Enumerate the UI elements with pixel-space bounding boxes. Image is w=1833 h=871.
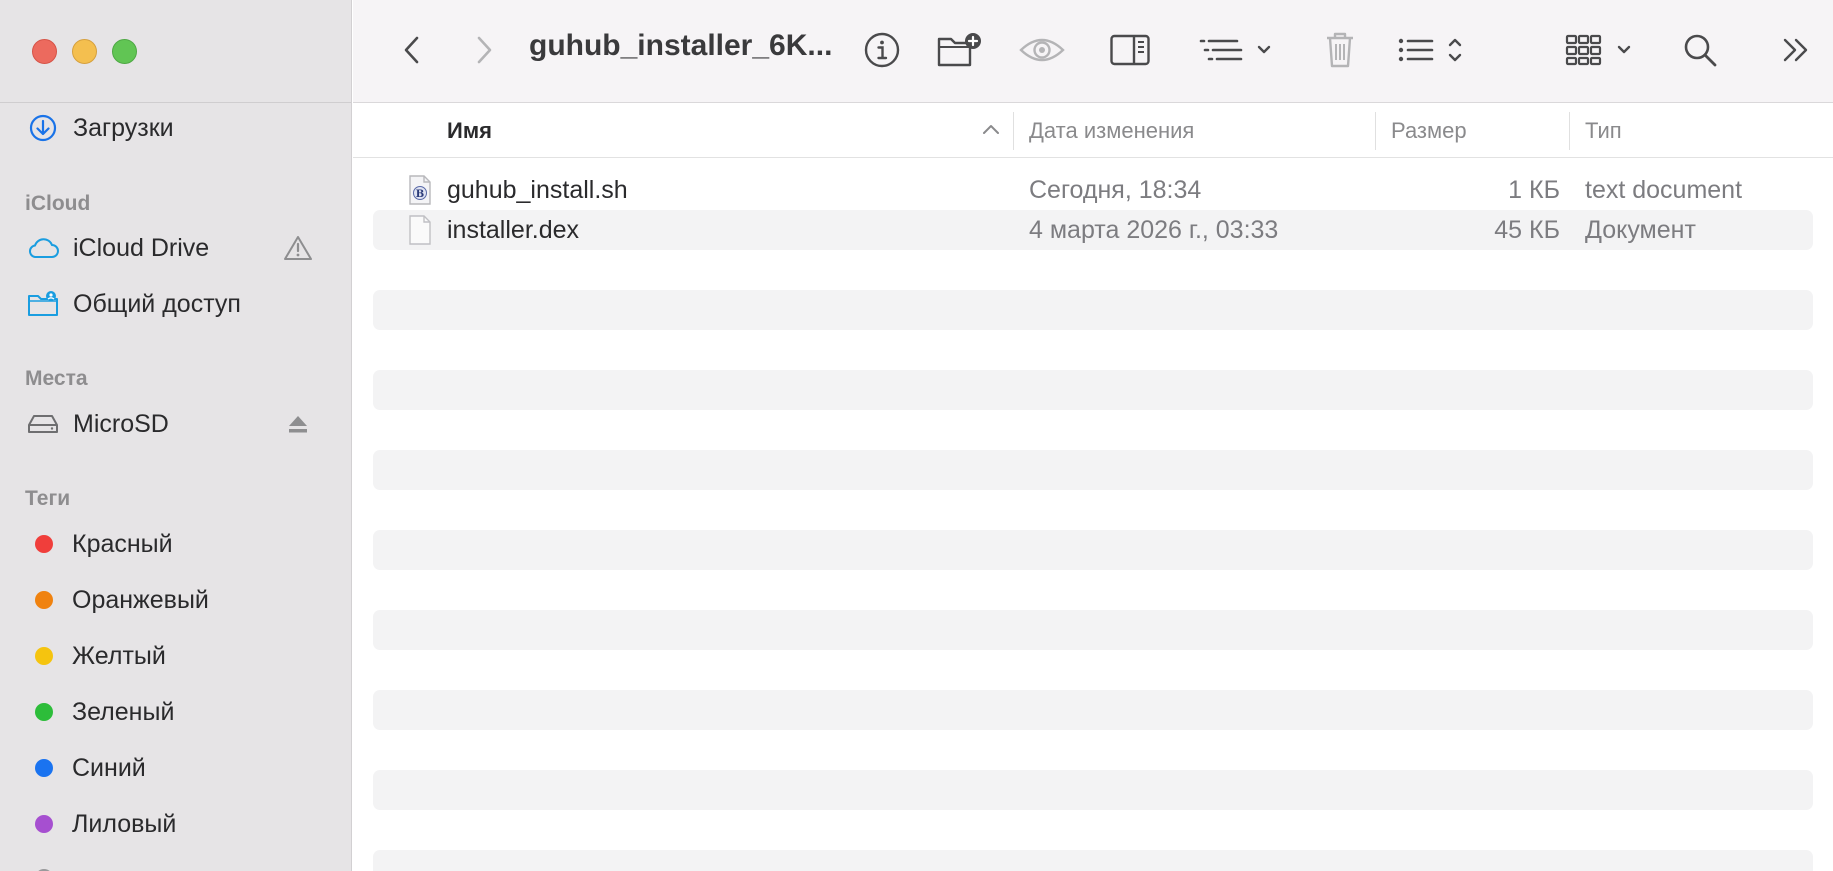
tag-label: Желтый — [72, 641, 166, 670]
minimize-window-button[interactable] — [72, 39, 97, 64]
empty-row-stripe — [373, 770, 1813, 810]
tag-label: Красный — [72, 529, 173, 558]
info-button[interactable] — [857, 26, 907, 74]
search-icon — [1684, 34, 1717, 67]
drive-icon — [26, 409, 60, 439]
sidebar-right-icon — [1110, 34, 1150, 66]
file-size: 1 КБ — [1508, 176, 1560, 204]
close-window-button[interactable] — [32, 39, 57, 64]
column-separator[interactable] — [1569, 112, 1570, 150]
file-list: B guhub_install.sh Сегодня, 18:34 1 КБ t… — [373, 170, 1813, 250]
group-list-icon — [1199, 39, 1271, 61]
empty-row-stripe — [373, 850, 1813, 871]
sidebar-item-label: iCloud Drive — [73, 233, 210, 262]
file-size: 45 КБ — [1494, 216, 1560, 244]
more-toolbar-button[interactable] — [1771, 26, 1821, 74]
empty-row-stripe — [373, 370, 1813, 410]
chevron-right-icon — [477, 36, 492, 64]
back-button[interactable] — [387, 26, 437, 74]
column-separator[interactable] — [1013, 112, 1014, 150]
tag-color-dot — [35, 815, 53, 833]
window-title: guhub_installer_6K... — [529, 29, 833, 62]
toolbar: guhub_installer_6K... — [353, 0, 1833, 103]
tag-color-dot — [35, 535, 53, 553]
tag-label: Синий — [72, 753, 146, 782]
sidebar-item-label: Загрузки — [73, 113, 174, 142]
shared-folder-icon — [26, 289, 60, 319]
sidebar-tag-blue[interactable]: Синий — [26, 750, 146, 786]
empty-row-stripe — [373, 690, 1813, 730]
list-sort-icon — [1398, 38, 1462, 62]
sidebar-divider — [0, 102, 351, 103]
sidebar-tag-yellow[interactable]: Желтый — [26, 638, 166, 674]
section-title-tags: Теги — [25, 487, 71, 510]
sidebar: Загрузки iCloud iCloud Drive Общий досту… — [0, 0, 352, 871]
tag-color-dot — [35, 759, 53, 777]
tag-label: Зеленый — [72, 697, 175, 726]
section-title-icloud: iCloud — [25, 192, 91, 215]
sidebar-item-icloud-drive[interactable]: iCloud Drive — [26, 230, 209, 266]
sidebar-tag-red[interactable]: Красный — [26, 526, 173, 562]
sidebar-tag-green[interactable]: Зеленый — [26, 694, 174, 730]
view-options-button[interactable] — [1563, 26, 1643, 74]
file-row[interactable]: B guhub_install.sh Сегодня, 18:34 1 КБ t… — [373, 170, 1813, 210]
tag-label: Лиловый — [72, 809, 177, 838]
file-name: installer.dex — [447, 216, 580, 244]
double-chevron-right-icon — [1783, 38, 1808, 62]
empty-row-stripe — [373, 450, 1813, 490]
group-by-button[interactable] — [1195, 26, 1277, 74]
maximize-window-button[interactable] — [112, 39, 137, 64]
empty-row-stripe — [373, 530, 1813, 570]
sidebar-tag-orange[interactable]: Оранжевый — [26, 582, 209, 618]
tag-color-dot — [35, 591, 53, 609]
section-title-places: Места — [25, 367, 88, 390]
file-kind: Документ — [1585, 216, 1696, 244]
new-folder-icon — [937, 33, 981, 67]
trash-icon — [1327, 32, 1353, 68]
tag-label: Оранжевый — [72, 585, 209, 614]
new-folder-button[interactable] — [933, 26, 987, 74]
file-row[interactable]: installer.dex 4 марта 2026 г., 03:33 45 … — [373, 210, 1813, 250]
sidebar-tag-purple[interactable]: Лиловый — [26, 806, 176, 842]
sidebar-item-shared[interactable]: Общий доступ — [26, 286, 241, 322]
file-date: Сегодня, 18:34 — [1029, 176, 1202, 204]
column-date[interactable]: Дата изменения — [1029, 118, 1194, 144]
sidebar-tag-gray-partial[interactable] — [26, 860, 72, 871]
forward-button[interactable] — [459, 26, 509, 74]
sidebar-item-downloads[interactable]: Загрузки — [26, 110, 174, 146]
eject-icon[interactable] — [283, 410, 313, 438]
quick-look-button[interactable] — [1015, 26, 1069, 74]
svg-text:B: B — [416, 189, 424, 200]
cloud-icon — [26, 233, 60, 263]
warning-icon[interactable] — [281, 233, 315, 263]
download-circle-icon — [26, 113, 60, 143]
grid-view-icon — [1565, 34, 1631, 66]
column-name[interactable]: Имя — [447, 118, 492, 144]
file-kind: text document — [1585, 176, 1743, 204]
file-date: 4 марта 2026 г., 03:33 — [1029, 216, 1279, 244]
column-size[interactable]: Размер — [1391, 118, 1467, 144]
sidebar-item-microsd[interactable]: MicroSD — [26, 406, 169, 442]
chevron-left-icon — [404, 36, 419, 64]
file-name: guhub_install.sh — [447, 176, 628, 204]
script-file-icon: B — [407, 174, 433, 213]
empty-row-stripe — [373, 610, 1813, 650]
sidebar-item-label: Общий доступ — [73, 289, 241, 318]
blank-file-icon — [407, 214, 433, 253]
delete-button[interactable] — [1315, 26, 1365, 74]
sort-button[interactable] — [1393, 26, 1473, 74]
sort-ascending-icon[interactable] — [981, 122, 1001, 141]
preview-pane-button[interactable] — [1105, 26, 1155, 74]
tag-color-dot — [35, 647, 53, 665]
column-kind[interactable]: Тип — [1585, 118, 1622, 144]
tag-color-dot — [35, 703, 53, 721]
window-controls — [32, 39, 137, 64]
column-separator[interactable] — [1375, 112, 1376, 150]
search-button[interactable] — [1675, 26, 1725, 74]
sidebar-item-label: MicroSD — [73, 409, 169, 438]
empty-row-stripe — [373, 290, 1813, 330]
info-icon — [864, 32, 900, 68]
eye-icon — [1019, 38, 1065, 62]
column-header: Имя Дата изменения Размер Тип — [353, 104, 1833, 158]
